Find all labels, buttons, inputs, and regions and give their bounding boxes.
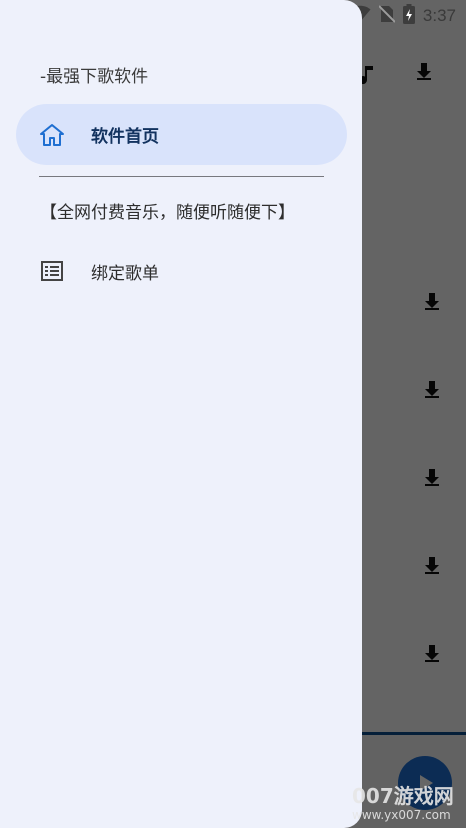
nav-item-label: 软件首页: [91, 127, 159, 147]
battery-charging-icon: [402, 4, 415, 28]
divider: [39, 176, 324, 177]
no-sim-icon: [378, 4, 396, 28]
watermark-url: www.yx007.com: [352, 808, 451, 822]
home-icon: [38, 121, 66, 149]
nav-item-label: 绑定歌单: [91, 263, 159, 284]
navigation-drawer: -最强下歌软件 软件首页 【全网付费音乐，随便听随便下】 绑定歌单: [0, 0, 362, 828]
nav-item-bind-playlist[interactable]: 绑定歌单: [0, 243, 362, 299]
drawer-subtitle: -最强下歌软件: [40, 67, 149, 87]
watermark-logo: 007游戏网: [352, 784, 454, 808]
list-icon: [38, 257, 66, 285]
nav-item-home[interactable]: 软件首页: [16, 104, 347, 165]
promo-text: 【全网付费音乐，随便听随便下】: [40, 203, 295, 223]
clock: 3:37: [422, 6, 456, 25]
